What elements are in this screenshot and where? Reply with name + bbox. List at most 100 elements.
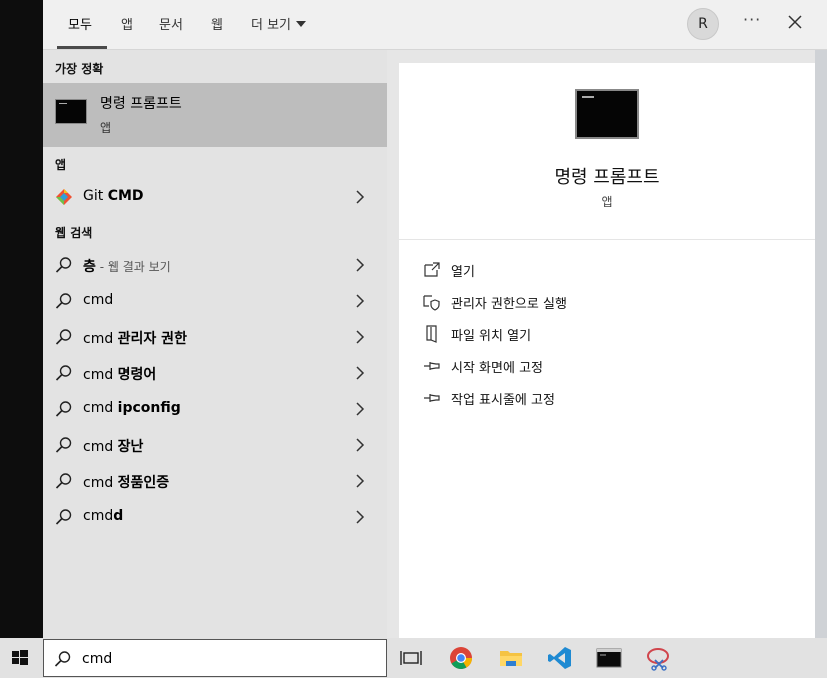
- web-search-label: cmd 장난: [83, 436, 143, 456]
- shield-icon: [423, 295, 440, 311]
- web-search-item[interactable]: cmd 장난: [43, 428, 387, 462]
- web-search-bold: 장난: [117, 439, 144, 455]
- web-search-label: 층 - 웹 결과 보기: [83, 256, 171, 276]
- best-match-title: 명령 프롬프트: [100, 96, 182, 112]
- file-explorer-icon[interactable]: [498, 645, 524, 671]
- chevron-right-icon[interactable]: [355, 190, 365, 204]
- best-match-item[interactable]: 명령 프롬프트 앱: [43, 83, 387, 147]
- command-prompt-icon: [55, 99, 87, 124]
- taskbar: [0, 638, 827, 678]
- tab-more[interactable]: 더 보기: [251, 14, 307, 33]
- detail-pane: 명령 프롬프트 앱 열기 관리자 권한으로 실행 파일 위치 열기 시작 화면에…: [399, 63, 815, 638]
- tab-more-label: 더 보기: [251, 18, 292, 33]
- windows-start-icon[interactable]: [0, 638, 43, 678]
- terminal-icon[interactable]: [596, 645, 622, 671]
- pin-icon: [424, 362, 440, 370]
- search-icon: [55, 473, 72, 489]
- search-icon: [55, 401, 72, 417]
- file-location-icon: [426, 325, 437, 343]
- web-search-prefix: cmd: [83, 400, 118, 416]
- action-pin-to-taskbar[interactable]: 작업 표시줄에 고정: [423, 386, 723, 410]
- web-search-header: 웹 검색: [55, 226, 93, 240]
- avatar[interactable]: R: [687, 8, 719, 40]
- chevron-down-icon: [296, 21, 307, 27]
- chevron-right-icon[interactable]: [355, 510, 365, 524]
- search-icon: [55, 365, 72, 381]
- snipping-tool-icon[interactable]: [646, 645, 672, 671]
- chevron-right-icon[interactable]: [355, 258, 365, 272]
- tab-apps[interactable]: 앱: [121, 14, 133, 33]
- search-icon: [55, 329, 72, 345]
- detail-title: 명령 프롬프트: [554, 167, 660, 188]
- web-search-bold: ipconfig: [117, 400, 181, 416]
- search-icon: [55, 509, 72, 525]
- active-tab-indicator: [57, 46, 107, 49]
- search-input[interactable]: [82, 648, 372, 670]
- more-options-icon[interactable]: ···: [743, 10, 761, 29]
- web-search-label: cmd: [83, 292, 113, 308]
- web-search-item[interactable]: cmd 명령어: [43, 356, 387, 390]
- app-item-label: Git CMD: [83, 188, 144, 204]
- search-icon: [54, 651, 71, 667]
- chevron-right-icon[interactable]: [355, 330, 365, 344]
- chevron-right-icon[interactable]: [355, 294, 365, 308]
- tab-web[interactable]: 웹: [211, 14, 223, 33]
- filter-tab-bar: 모두 앱 문서 웹 더 보기 R ···: [43, 0, 827, 50]
- web-search-item[interactable]: 층 - 웹 결과 보기: [43, 248, 387, 282]
- desktop-background-right: [815, 0, 827, 638]
- command-prompt-large-icon: [575, 89, 639, 139]
- action-open-label: 열기: [451, 265, 475, 280]
- chevron-right-icon[interactable]: [355, 402, 365, 416]
- action-open-file-location[interactable]: 파일 위치 열기: [423, 322, 723, 346]
- close-icon[interactable]: [787, 14, 803, 30]
- chevron-right-icon[interactable]: [355, 474, 365, 488]
- web-search-hint: - 웹 결과 보기: [95, 260, 171, 274]
- apps-header: 앱: [55, 158, 67, 172]
- web-search-prefix: cmd: [83, 439, 118, 455]
- web-search-prefix: cmd: [83, 367, 118, 383]
- web-search-bold: d: [113, 508, 124, 524]
- chevron-right-icon[interactable]: [355, 366, 365, 380]
- web-search-label: cmd 관리자 권한: [83, 328, 187, 348]
- action-run-as-admin-label: 관리자 권한으로 실행: [451, 297, 567, 312]
- start-search-panel: 모두 앱 문서 웹 더 보기 R ··· 가장 정확 명령 프롬프트 앱 앱 G…: [43, 0, 827, 638]
- web-search-item[interactable]: cmd 정품인증: [43, 464, 387, 498]
- vscode-icon[interactable]: [547, 645, 573, 671]
- web-search-label: cmd 정품인증: [83, 472, 169, 492]
- web-search-label: cmd 명령어: [83, 364, 156, 384]
- task-view-icon[interactable]: [398, 645, 424, 671]
- action-pin-to-start-label: 시작 화면에 고정: [451, 361, 543, 376]
- web-search-prefix: cmd: [83, 331, 118, 347]
- web-search-item[interactable]: cmd ipconfig: [43, 392, 387, 426]
- desktop-background: [0, 0, 43, 638]
- web-search-bold: 층: [83, 259, 96, 275]
- web-search-bold: 명령어: [117, 367, 157, 383]
- search-icon: [55, 437, 72, 453]
- app-item-prefix: Git: [83, 188, 108, 204]
- app-item-bold: CMD: [107, 188, 144, 204]
- web-search-item[interactable]: cmd: [43, 284, 387, 318]
- web-search-prefix: cmd: [83, 475, 118, 491]
- app-item-git-cmd[interactable]: Git CMD: [43, 180, 387, 214]
- web-search-item[interactable]: cmd 관리자 권한: [43, 320, 387, 354]
- best-match-subtitle: 앱: [100, 121, 112, 135]
- chrome-icon[interactable]: [448, 645, 474, 671]
- tab-documents[interactable]: 문서: [159, 14, 183, 33]
- chevron-right-icon[interactable]: [355, 438, 365, 452]
- web-search-prefix: cmd: [83, 508, 114, 524]
- git-icon: [56, 189, 72, 205]
- web-search-item[interactable]: cmdd: [43, 500, 387, 534]
- results-list: 가장 정확 명령 프롬프트 앱 앱 Git CMD 웹 검색 층 - 웹 결과 …: [43, 50, 387, 638]
- best-match-header: 가장 정확: [55, 62, 104, 76]
- action-open[interactable]: 열기: [423, 258, 723, 282]
- action-pin-to-start[interactable]: 시작 화면에 고정: [423, 354, 723, 378]
- tab-all[interactable]: 모두: [68, 14, 92, 33]
- web-search-bold: 정품인증: [117, 475, 170, 491]
- action-run-as-admin[interactable]: 관리자 권한으로 실행: [423, 290, 723, 314]
- action-pin-to-taskbar-label: 작업 표시줄에 고정: [451, 393, 555, 408]
- web-search-bold: 관리자 권한: [117, 331, 187, 347]
- web-search-label: cmd ipconfig: [83, 400, 181, 416]
- search-box[interactable]: [43, 639, 387, 677]
- action-open-file-location-label: 파일 위치 열기: [451, 329, 532, 344]
- search-icon: [55, 257, 72, 273]
